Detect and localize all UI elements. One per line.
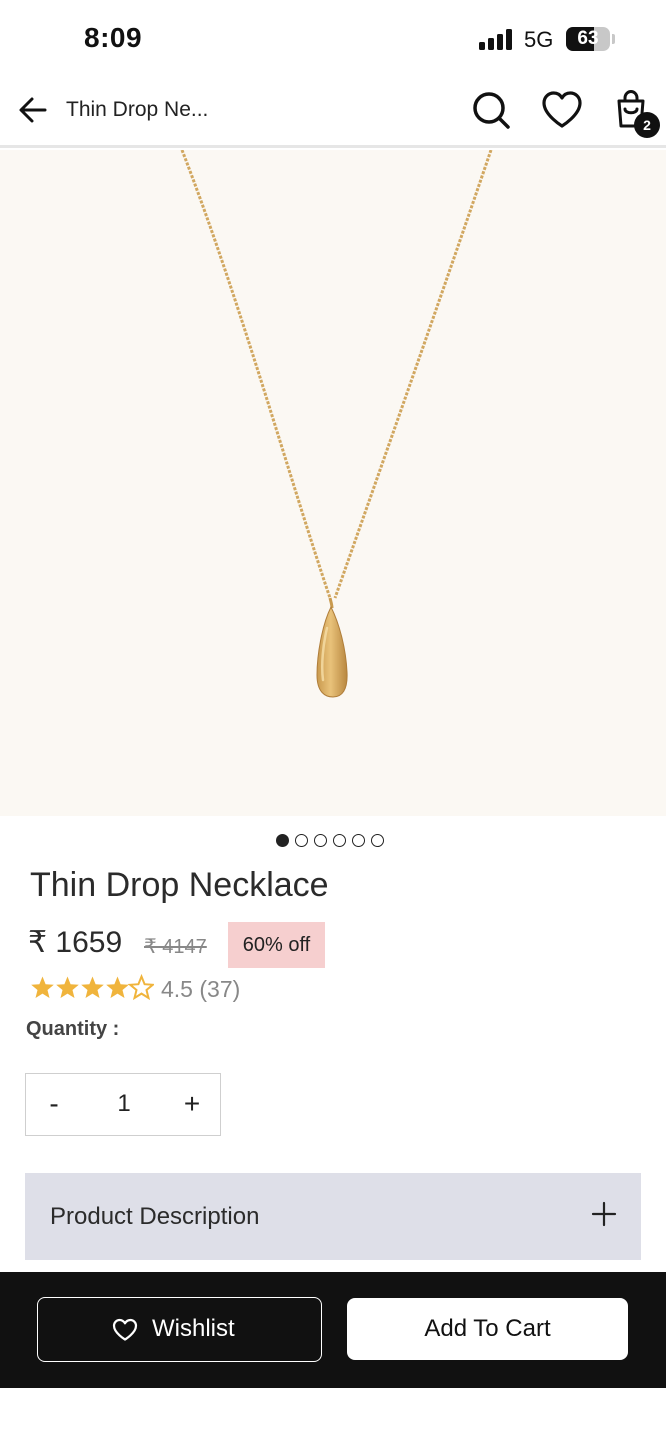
price-row: ₹ 1659 ₹ 4147 60% off [28, 922, 648, 968]
status-bar: 8:09 5G 63 [0, 0, 666, 74]
pager-dot[interactable] [314, 834, 327, 847]
pager-dot[interactable] [352, 834, 365, 847]
quantity-label: Quantity : [26, 1018, 120, 1040]
discount-badge: 60% off [228, 922, 325, 968]
product-name: Thin Drop Necklace [30, 866, 329, 904]
app-header: Thin Drop Ne... [0, 74, 666, 148]
pager-dot-active[interactable] [276, 834, 289, 847]
quantity-stepper: - 1 + [25, 1073, 221, 1136]
add-to-cart-button[interactable]: Add To Cart [347, 1298, 628, 1360]
quantity-increment-button[interactable]: + [164, 1074, 220, 1134]
network-type: 5G [524, 27, 554, 52]
back-button[interactable] [14, 91, 52, 129]
rating-count: 4.5 (37) [161, 976, 241, 1002]
product-description-label: Product Description [50, 1203, 260, 1230]
plus-icon [591, 1201, 617, 1227]
cart-count-badge: 2 [634, 112, 660, 138]
product-description-accordion[interactable]: Product Description [25, 1173, 641, 1260]
status-time: 8:09 [84, 22, 143, 53]
battery-percent: 63 [577, 28, 599, 49]
pager-dot[interactable] [333, 834, 346, 847]
pager-dot[interactable] [295, 834, 308, 847]
wishlist-header-button[interactable] [540, 88, 584, 132]
battery-icon: 63 [566, 27, 610, 51]
battery-tip [612, 34, 615, 44]
bottom-action-bar: Wishlist Add To Cart [0, 1272, 666, 1388]
sale-price: ₹ 1659 [28, 926, 123, 959]
original-price: ₹ 4147 [144, 936, 207, 958]
wishlist-button-label: Wishlist [152, 1315, 235, 1342]
quantity-decrement-button[interactable]: - [26, 1074, 82, 1134]
heart-icon [542, 91, 582, 128]
wishlist-button[interactable]: Wishlist [37, 1297, 322, 1362]
quantity-value: 1 [117, 1090, 131, 1117]
rating-stars-icon [31, 975, 154, 999]
signal-icon [479, 28, 515, 50]
arrow-left-icon [19, 97, 47, 123]
search-button[interactable] [469, 88, 513, 132]
product-image[interactable] [0, 150, 666, 816]
search-icon [473, 92, 510, 129]
pager-dot[interactable] [371, 834, 384, 847]
heart-outline-icon [112, 1318, 138, 1341]
necklace-image [180, 150, 493, 698]
page-title: Thin Drop Ne... [66, 98, 209, 121]
